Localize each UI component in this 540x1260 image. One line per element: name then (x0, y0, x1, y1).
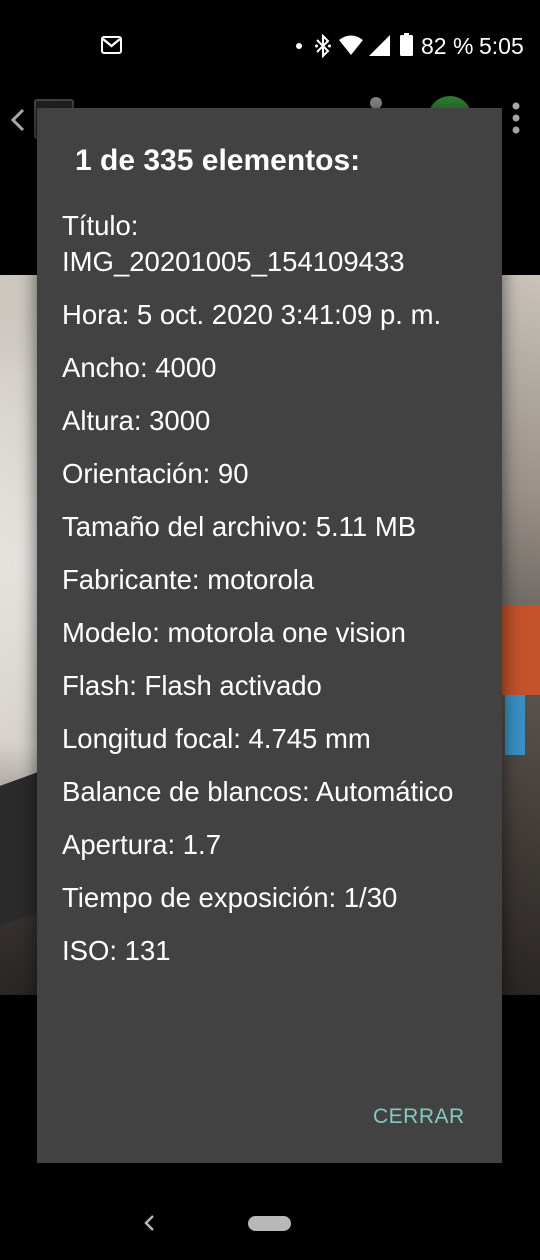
info-row-manufacturer: Fabricante: motorola (62, 564, 315, 595)
info-row-focal-length: Longitud focal: 4.745 mm (62, 723, 371, 754)
close-button[interactable]: CERRAR (373, 1102, 465, 1132)
screen: 82 % 5:05 1 de 335 elementos: Título: IM… (0, 0, 540, 1260)
battery-icon (400, 33, 413, 56)
photo-detail (505, 695, 525, 755)
info-row-iso: ISO: 131 (62, 935, 171, 966)
notification-dot-icon (296, 43, 302, 49)
more-vert-icon[interactable] (506, 100, 526, 140)
info-row-title: Título: IMG_20201005_154109433 (62, 210, 405, 277)
bluetooth-icon (315, 34, 331, 58)
back-arrow-icon[interactable] (7, 107, 29, 133)
cell-signal-icon (369, 35, 390, 56)
nav-back-icon[interactable] (143, 1214, 155, 1232)
clock: 5:05 (479, 33, 524, 59)
info-row-white-balance: Balance de blancos: Automático (62, 776, 454, 807)
wifi-icon (339, 35, 363, 55)
gmail-icon (101, 36, 122, 54)
info-row-file-size: Tamaño del archivo: 5.11 MB (62, 511, 417, 542)
details-dialog: 1 de 335 elementos: Título: IMG_20201005… (37, 108, 502, 1163)
battery-percentage: 82 % (421, 33, 474, 59)
info-row-aperture: Apertura: 1.7 (62, 829, 221, 860)
info-row-orientation: Orientación: 90 (62, 458, 249, 489)
info-list: Título: IMG_20201005_154109433 Hora: 5 o… (62, 208, 482, 986)
info-row-model: Modelo: motorola one vision (62, 617, 406, 648)
navigation-bar (0, 1163, 540, 1260)
info-row-width: Ancho: 4000 (62, 352, 217, 383)
photo-detail (500, 605, 540, 695)
status-bar: 82 % 5:05 (0, 0, 540, 95)
nav-home-pill[interactable] (248, 1216, 291, 1231)
info-row-time: Hora: 5 oct. 2020 3:41:09 p. m. (62, 299, 442, 330)
dialog-title: 1 de 335 elementos: (75, 144, 361, 177)
info-row-height: Altura: 3000 (62, 405, 211, 436)
info-row-exposure-time: Tiempo de exposición: 1/30 (62, 882, 398, 913)
info-row-flash: Flash: Flash activado (62, 670, 322, 701)
